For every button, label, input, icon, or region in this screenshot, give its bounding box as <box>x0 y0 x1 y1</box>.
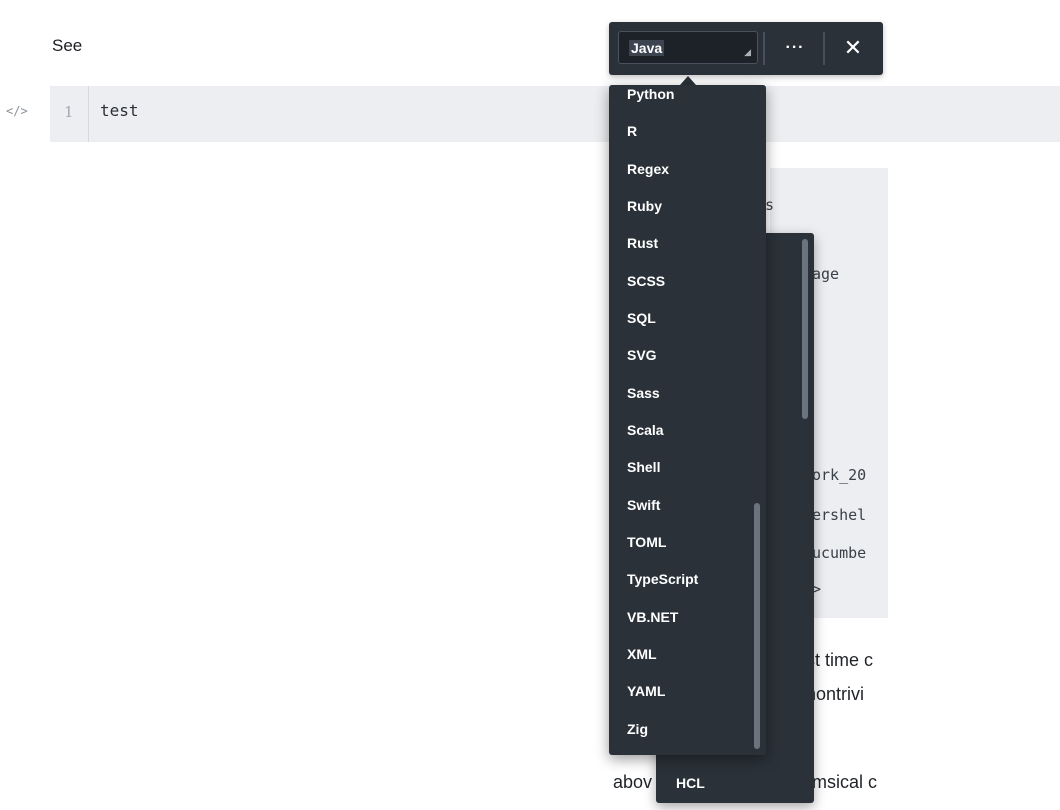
scrollbar-thumb[interactable] <box>754 503 760 749</box>
close-icon: ✕ <box>843 35 863 60</box>
dropdown-item-rust[interactable]: Rust <box>627 233 658 253</box>
dropdown-item-ruby[interactable]: Ruby <box>627 196 662 216</box>
more-icon: ··· <box>785 39 805 56</box>
background-code-fragment: ershel <box>812 506 867 524</box>
scrollbar-thumb[interactable] <box>802 239 808 419</box>
language-dropdown[interactable]: Python R Regex Ruby Rust SCSS SQL SVG Sa… <box>609 85 766 755</box>
line-number: 1 <box>64 103 74 121</box>
dropdown-item-sql[interactable]: SQL <box>627 308 656 328</box>
dropdown-item-scss[interactable]: SCSS <box>627 271 665 291</box>
background-code-fragment: age <box>812 265 840 283</box>
code-line[interactable]: test <box>100 101 139 120</box>
background-code-fragment: ork_20 <box>812 466 867 484</box>
paragraph-text: See <box>52 36 83 55</box>
background-code-fragment: ucumbe <box>812 544 867 562</box>
dropdown-item-regex[interactable]: Regex <box>627 159 669 179</box>
dropdown-item-r[interactable]: R <box>627 121 637 141</box>
code-block-icon[interactable]: </> <box>6 104 28 118</box>
more-options-button[interactable]: ··· <box>777 30 813 66</box>
dropdown-item-zig[interactable]: Zig <box>627 719 648 739</box>
dropdown-item-python[interactable]: Python <box>627 85 674 104</box>
dropdown-item-typescript[interactable]: TypeScript <box>627 569 698 589</box>
language-select[interactable]: Java ◢ <box>618 31 758 64</box>
background-paragraph-fragment: msical c <box>812 772 878 792</box>
resize-handle-icon: ◢ <box>744 47 751 57</box>
dropdown-item[interactable]: HCL <box>676 775 705 791</box>
code-block[interactable] <box>50 86 1060 142</box>
gutter-divider <box>88 86 89 142</box>
dropdown-item-scala[interactable]: Scala <box>627 420 664 440</box>
toolbar-divider <box>823 32 825 65</box>
dropdown-item-vbnet[interactable]: VB.NET <box>627 607 678 627</box>
background-paragraph-fragment: abov <box>613 772 653 792</box>
background-paragraph-fragment: nontrivi <box>806 684 865 704</box>
dropdown-item-svg[interactable]: SVG <box>627 345 657 365</box>
dropdown-item-toml[interactable]: TOML <box>627 532 666 552</box>
language-select-value[interactable]: Java <box>629 40 665 56</box>
dropdown-item-shell[interactable]: Shell <box>627 457 660 477</box>
dropdown-item-sass[interactable]: Sass <box>627 383 660 403</box>
dropdown-item-yaml[interactable]: YAML <box>627 681 665 701</box>
code-block-toolbar: Java ◢ ··· ✕ <box>609 22 883 75</box>
background-paragraph-fragment: st time c <box>806 650 874 670</box>
dropdown-item-swift[interactable]: Swift <box>627 495 660 515</box>
dropdown-item-xml[interactable]: XML <box>627 644 657 664</box>
background-code-fragment: s <box>765 196 775 214</box>
close-button[interactable]: ✕ <box>833 30 873 66</box>
toolbar-divider <box>763 32 765 65</box>
toolbar-caret <box>680 76 696 85</box>
